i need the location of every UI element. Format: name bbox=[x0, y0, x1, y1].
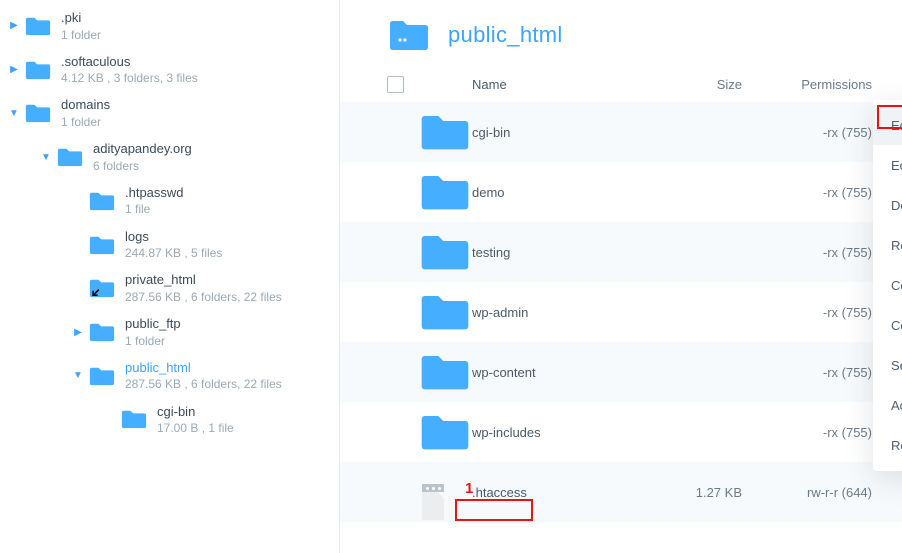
table-row[interactable]: wp-includes -rx (755) bbox=[340, 402, 902, 462]
table-row[interactable]: .htaccess1.27 KBrw-r-r (644) bbox=[340, 462, 902, 522]
tree-item[interactable]: ▶ public_ftp1 folder bbox=[0, 310, 339, 354]
sidebar: ▶.pki1 folder▶.softaculous4.12 KB , 3 fo… bbox=[0, 0, 340, 553]
folder-icon bbox=[25, 59, 51, 81]
file-perm: -rx (755) bbox=[742, 245, 882, 260]
tree-item-name: private_html bbox=[125, 271, 282, 289]
tree-item-name: public_ftp bbox=[125, 315, 181, 333]
file-perm: -rx (755) bbox=[742, 365, 882, 380]
tree-item-name: .softaculous bbox=[61, 53, 198, 71]
col-header-name[interactable]: Name bbox=[470, 77, 622, 92]
annotation-label-1: 1 bbox=[465, 480, 473, 497]
tree-item[interactable]: private_html287.56 KB , 6 folders, 22 fi… bbox=[0, 266, 339, 310]
file-size: 1.27 KB bbox=[622, 485, 742, 500]
tree-item[interactable]: ▶ .softaculous4.12 KB , 3 folders, 3 file… bbox=[0, 48, 339, 92]
file-perm: rw-r-r (644) bbox=[742, 485, 882, 500]
folder-icon bbox=[420, 111, 470, 153]
folder-icon bbox=[121, 408, 147, 430]
folder-icon bbox=[89, 321, 115, 343]
tree-item-name: logs bbox=[125, 228, 222, 246]
file-table: Name Size Permissions cgi-bin-rx (755)de… bbox=[340, 66, 902, 522]
file-perm: -rx (755) bbox=[742, 125, 882, 140]
file-perm: -rx (755) bbox=[742, 425, 882, 440]
tree-item-meta: 287.56 KB , 6 folders, 22 files bbox=[125, 289, 282, 305]
tree-item-name: .htpasswd bbox=[125, 184, 184, 202]
folder-icon bbox=[57, 146, 83, 168]
tree-item-meta: 4.12 KB , 3 folders, 3 files bbox=[61, 70, 198, 86]
context-menu-item[interactable]: Add to archive bbox=[873, 385, 902, 425]
table-row[interactable]: wp-admin -rx (755) bbox=[340, 282, 902, 342]
col-header-perm[interactable]: Permissions bbox=[742, 77, 882, 92]
expand-toggle-icon[interactable]: ▼ bbox=[74, 372, 82, 380]
file-name[interactable]: testing bbox=[470, 245, 622, 260]
tree-item[interactable]: ▼ adityapandey.org6 folders bbox=[0, 135, 339, 179]
context-menu-item[interactable]: Remove bbox=[873, 425, 902, 465]
file-name[interactable]: wp-content bbox=[470, 365, 622, 380]
tree-item-meta: 1 folder bbox=[125, 333, 181, 349]
folder-tree: ▶.pki1 folder▶.softaculous4.12 KB , 3 fo… bbox=[0, 4, 339, 441]
context-menu-item[interactable]: Download bbox=[873, 185, 902, 225]
tree-item-meta: 1 folder bbox=[61, 114, 110, 130]
tree-item-name: public_html bbox=[125, 359, 282, 377]
main-panel: public_html Name Size Permissions cgi-bi… bbox=[340, 0, 902, 553]
folder-icon bbox=[89, 277, 115, 299]
col-header-size[interactable]: Size bbox=[622, 77, 742, 92]
expand-toggle-icon[interactable]: ▶ bbox=[74, 328, 82, 336]
file-name[interactable]: wp-admin bbox=[470, 305, 622, 320]
context-menu-item[interactable]: Copy bbox=[873, 265, 902, 305]
file-name[interactable]: demo bbox=[470, 185, 622, 200]
main-header: public_html bbox=[340, 0, 902, 66]
tree-item-name: domains bbox=[61, 96, 110, 114]
tree-item[interactable]: ▶ .pki1 folder bbox=[0, 4, 339, 48]
file-name[interactable]: .htaccess bbox=[470, 485, 622, 500]
expand-toggle-icon[interactable]: ▶ bbox=[10, 66, 18, 74]
tree-item-meta: 6 folders bbox=[93, 158, 192, 174]
folder-icon bbox=[89, 190, 115, 212]
table-row[interactable]: testing -rx (755) bbox=[340, 222, 902, 282]
tree-item[interactable]: logs244.87 KB , 5 files bbox=[0, 223, 339, 267]
folder-icon bbox=[25, 15, 51, 37]
folder-icon bbox=[25, 102, 51, 124]
folder-icon bbox=[420, 231, 470, 273]
tree-item[interactable]: cgi-bin17.00 B , 1 file bbox=[0, 398, 339, 442]
folder-icon bbox=[420, 411, 470, 453]
expand-toggle-icon[interactable]: ▼ bbox=[42, 153, 50, 161]
table-row[interactable]: cgi-bin -rx (755) bbox=[340, 102, 902, 162]
context-menu-item[interactable]: Copy/Move to… bbox=[873, 305, 902, 345]
parent-folder-icon[interactable] bbox=[388, 18, 430, 52]
context-menu-item[interactable]: Set Permissions bbox=[873, 345, 902, 385]
context-menu-item[interactable]: Edit in new tab bbox=[873, 145, 902, 185]
folder-icon bbox=[89, 234, 115, 256]
tree-item-name: cgi-bin bbox=[157, 403, 234, 421]
select-all-checkbox[interactable] bbox=[387, 76, 404, 93]
folder-icon bbox=[420, 171, 470, 213]
folder-icon bbox=[420, 291, 470, 333]
file-perm: -rx (755) bbox=[742, 185, 882, 200]
tree-item[interactable]: ▼ domains1 folder bbox=[0, 91, 339, 135]
folder-icon bbox=[89, 365, 115, 387]
file-name[interactable]: wp-includes bbox=[470, 425, 622, 440]
file-perm: -rx (755) bbox=[742, 305, 882, 320]
tree-item-meta: 17.00 B , 1 file bbox=[157, 420, 234, 436]
tree-item[interactable]: .htpasswd1 file bbox=[0, 179, 339, 223]
breadcrumb-title: public_html bbox=[448, 22, 563, 48]
tree-item-meta: 244.87 KB , 5 files bbox=[125, 245, 222, 261]
context-menu: EditEdit in new tabDownloadRenameCopyCop… bbox=[873, 100, 902, 471]
table-row[interactable]: wp-content -rx (755) bbox=[340, 342, 902, 402]
context-menu-item[interactable]: Edit bbox=[873, 105, 902, 145]
file-name[interactable]: cgi-bin bbox=[470, 125, 622, 140]
tree-item-meta: 1 folder bbox=[61, 27, 101, 43]
tree-item-meta: 1 file bbox=[125, 201, 184, 217]
table-header: Name Size Permissions bbox=[340, 66, 902, 102]
tree-item[interactable]: ▼ public_html287.56 KB , 6 folders, 22 fi… bbox=[0, 354, 339, 398]
context-menu-item[interactable]: Rename bbox=[873, 225, 902, 265]
tree-item-name: adityapandey.org bbox=[93, 140, 192, 158]
table-row[interactable]: demo -rx (755) bbox=[340, 162, 902, 222]
tree-item-meta: 287.56 KB , 6 folders, 22 files bbox=[125, 376, 282, 392]
folder-icon bbox=[420, 351, 470, 393]
tree-item-name: .pki bbox=[61, 9, 101, 27]
expand-toggle-icon[interactable]: ▶ bbox=[10, 22, 18, 30]
expand-toggle-icon[interactable]: ▼ bbox=[10, 109, 18, 117]
